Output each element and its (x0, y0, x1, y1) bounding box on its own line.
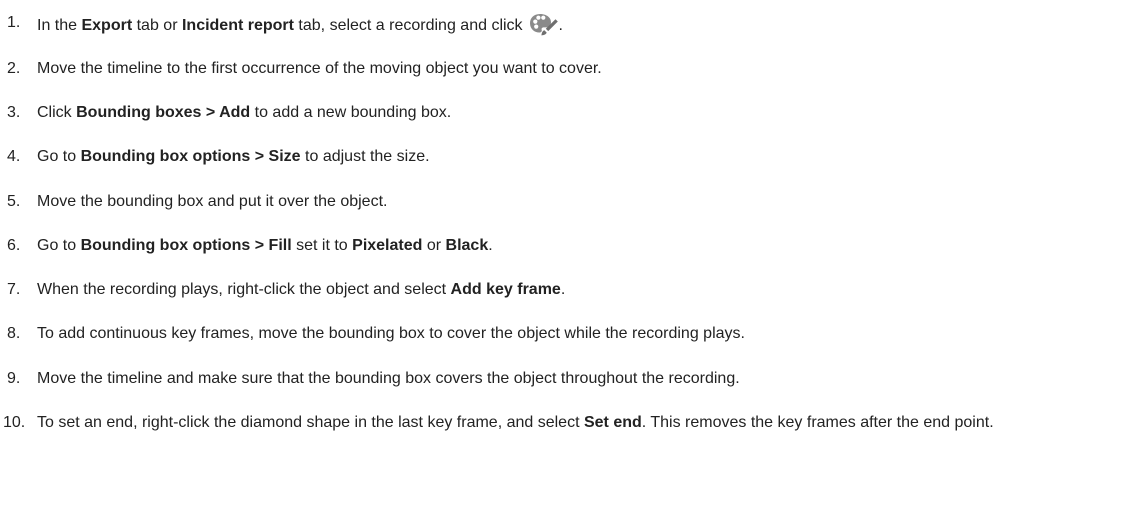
option-black: Black (445, 237, 489, 254)
document-page: 1. In the Export tab or Incident report … (0, 0, 1146, 522)
list-item: 10. To set an end, right-click the diamo… (0, 412, 1140, 434)
option-pixelated: Pixelated (352, 237, 423, 254)
step-number: 4. (7, 148, 21, 165)
step-text: When the recording plays, right-click th… (37, 281, 566, 298)
incident-report-tab-label: Incident report (181, 17, 294, 34)
step-text: Move the bounding box and put it over th… (37, 193, 388, 210)
step-text: Go to Bounding box options > Size to adj… (37, 148, 430, 165)
export-tab-label: Export (81, 17, 133, 34)
list-item: 3. Click Bounding boxes > Add to add a n… (0, 102, 1140, 124)
step-text: Click Bounding boxes > Add to add a new … (37, 104, 452, 121)
step-text: To set an end, right-click the diamond s… (37, 414, 994, 431)
menu-path: Bounding box options > Fill (80, 237, 292, 254)
step-number: 6. (7, 237, 21, 254)
step-number: 5. (7, 193, 21, 210)
step-number: 10. (3, 414, 26, 431)
list-item: 6. Go to Bounding box options > Fill set… (0, 235, 1140, 257)
step-text: Move the timeline and make sure that the… (37, 370, 740, 387)
step-text: Go to Bounding box options > Fill set it… (37, 237, 493, 254)
step-text: To add continuous key frames, move the b… (37, 325, 745, 342)
list-item: 7. When the recording plays, right-click… (0, 279, 1140, 301)
step-number: 9. (7, 370, 21, 387)
step-number: 8. (7, 325, 21, 342)
menu-path: Bounding boxes > Add (76, 104, 251, 121)
step-number: 2. (7, 60, 21, 77)
list-item: 8. To add continuous key frames, move th… (0, 323, 1140, 345)
list-item: 1. In the Export tab or Incident report … (0, 12, 1140, 38)
list-item: 4. Go to Bounding box options > Size to … (0, 146, 1140, 168)
palette-brush-icon (529, 12, 559, 38)
step-text: Move the timeline to the first occurrenc… (37, 60, 602, 77)
menu-item-set-end: Set end (583, 414, 642, 431)
step-number: 3. (7, 104, 21, 121)
menu-item-add-key-frame: Add key frame (450, 281, 561, 298)
menu-path: Bounding box options > Size (80, 148, 301, 165)
step-text: In the Export tab or Incident report tab… (37, 12, 1136, 38)
step-number: 1. (7, 14, 21, 31)
list-item: 2. Move the timeline to the first occurr… (0, 58, 1140, 80)
step-number: 7. (7, 281, 21, 298)
list-item: 9. Move the timeline and make sure that … (0, 368, 1140, 390)
list-item: 5. Move the bounding box and put it over… (0, 191, 1140, 213)
